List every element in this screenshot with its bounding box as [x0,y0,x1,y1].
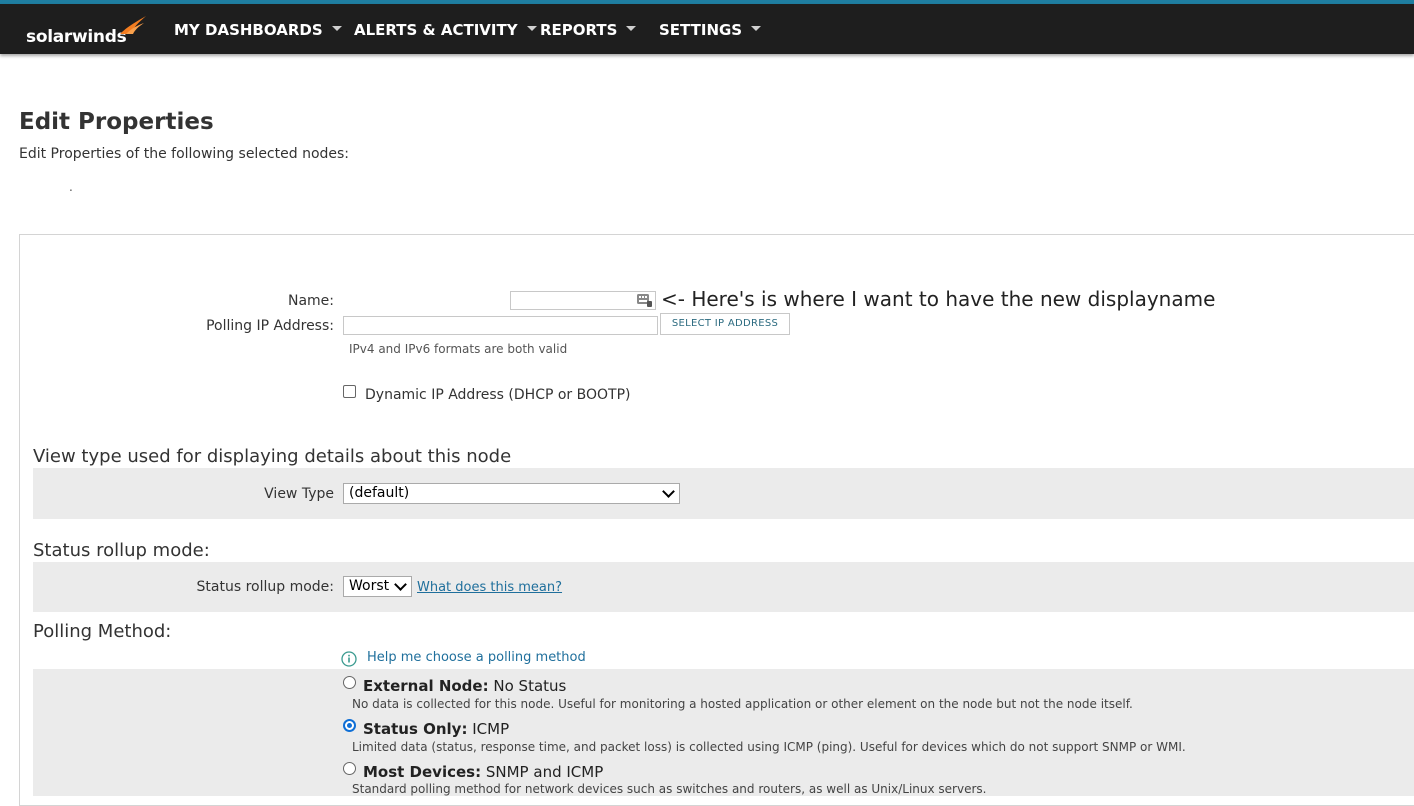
nav-alerts-activity[interactable]: ALERTS & ACTIVITY [354,21,537,39]
status-only-desc: Limited data (status, response time, and… [352,740,1186,754]
most-devices-desc: Standard polling method for network devi… [352,782,987,796]
chevron-down-icon [394,578,407,591]
flame-icon [120,16,146,34]
dynamic-ip-checkbox[interactable] [343,385,356,398]
help-choose-polling-link[interactable]: Help me choose a polling method [367,650,586,665]
info-icon [341,651,357,667]
status-only-title: Status Only: ICMP [363,720,510,738]
annotation-note: <- Here's is where I want to have the ne… [661,287,1216,311]
what-does-this-mean-link[interactable]: What does this mean? [417,580,562,595]
external-node-title: External Node: No Status [363,677,567,695]
nav-my-dashboards[interactable]: MY DASHBOARDS [174,21,342,39]
name-input[interactable] [510,291,656,310]
top-navbar: solarwinds MY DASHBOARDS ALERTS & ACTIVI… [0,4,1414,54]
logo-text: solarwinds [26,27,127,47]
most-devices-title: Most Devices: SNMP and ICMP [363,763,604,781]
polling-ip-label: Polling IP Address: [206,318,334,334]
view-type-value: (default) [349,485,410,501]
keyboard-icon[interactable] [637,293,652,307]
caret-down-icon [626,26,637,31]
view-type-heading: View type used for displaying details ab… [33,446,512,467]
chevron-down-icon [662,485,675,498]
status-rollup-select[interactable]: Worst [343,576,412,597]
status-rollup-value: Worst [349,578,390,594]
radio-external-node[interactable] [343,676,356,689]
solarwinds-logo[interactable]: solarwinds [26,14,156,47]
status-rollup-heading: Status rollup mode: [33,540,210,561]
polling-method-heading: Polling Method: [33,621,172,642]
nav-settings[interactable]: SETTINGS [659,21,762,39]
nav-label: SETTINGS [659,21,743,39]
nav-label: REPORTS [540,21,618,39]
polling-ip-input[interactable] [343,316,658,335]
page-subtitle: Edit Properties of the following selecte… [19,146,350,162]
nav-label: ALERTS & ACTIVITY [354,21,518,39]
radio-status-only[interactable] [343,719,356,732]
ip-format-hint: IPv4 and IPv6 formats are both valid [349,342,568,356]
status-rollup-label: Status rollup mode: [196,579,334,595]
select-ip-address-button[interactable]: SELECT IP ADDRESS [660,313,790,335]
polling-method-band [33,669,1414,796]
caret-down-icon [526,26,537,31]
external-node-desc: No data is collected for this node. Usef… [352,697,1133,711]
view-type-select[interactable]: (default) [343,483,680,504]
name-label: Name: [287,293,334,309]
dynamic-ip-label: Dynamic IP Address (DHCP or BOOTP) [365,387,631,403]
caret-down-icon [751,26,762,31]
nav-label: MY DASHBOARDS [174,21,323,39]
selected-node-list: . [69,180,73,194]
nav-reports[interactable]: REPORTS [540,21,637,39]
radio-most-devices[interactable] [343,762,356,775]
view-type-label: View Type [264,486,334,502]
caret-down-icon [331,26,342,31]
page-title: Edit Properties [19,109,214,135]
